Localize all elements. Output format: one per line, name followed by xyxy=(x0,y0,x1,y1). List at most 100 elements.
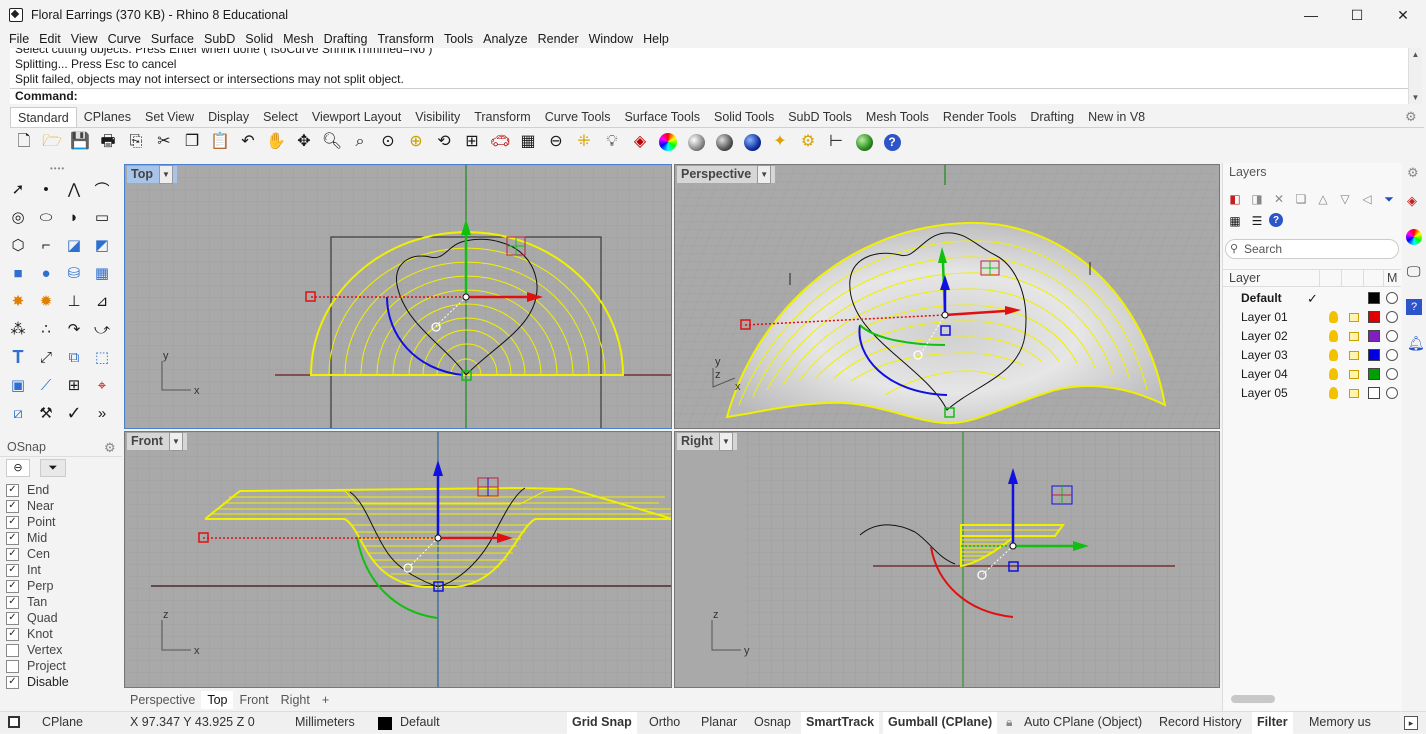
layer-row-01[interactable]: Layer 01 xyxy=(1223,308,1401,327)
dropdown-arrow-icon[interactable]: ▼ xyxy=(757,165,772,184)
dropdown-arrow-icon[interactable]: ▼ xyxy=(158,165,173,184)
command-scrollbar[interactable]: ▲ ▼ xyxy=(1408,48,1422,104)
osnap-end[interactable]: ✓ End xyxy=(6,482,49,498)
panel-settings-gear-icon[interactable]: ⚙ xyxy=(1407,165,1419,181)
layer-color-swatch[interactable] xyxy=(1368,311,1380,323)
open-file-icon[interactable]: 🗁 xyxy=(40,130,64,154)
viewport-tab-right[interactable]: Right xyxy=(275,691,316,709)
tab-solid-tools[interactable]: Solid Tools xyxy=(707,107,781,127)
paste-icon[interactable]: 📋 xyxy=(208,130,232,154)
settings-gears-icon[interactable]: ⚙ xyxy=(796,130,820,154)
checkbox-icon[interactable] xyxy=(6,643,19,657)
curve-on-surface-icon[interactable]: ⧄ xyxy=(6,401,30,425)
boolean-icon[interactable]: ✹ xyxy=(34,289,58,313)
status-gumball[interactable]: Gumball (CPlane) xyxy=(883,712,998,734)
dimension-icon[interactable]: ⊢ xyxy=(824,130,848,154)
layers-horizontal-scrollbar[interactable] xyxy=(1231,695,1275,703)
menu-file[interactable]: File xyxy=(4,30,34,48)
menu-drafting[interactable]: Drafting xyxy=(319,30,373,48)
layer-material-icon[interactable] xyxy=(1386,311,1398,323)
array-icon[interactable]: ⧉ xyxy=(62,345,86,369)
status-ortho[interactable]: Ortho xyxy=(649,712,680,734)
status-cplane[interactable]: CPlane xyxy=(42,712,83,734)
lightbulb-icon[interactable] xyxy=(1329,368,1338,380)
select-arrow-icon[interactable]: ➚ xyxy=(6,177,30,201)
dropdown-arrow-icon[interactable]: ▼ xyxy=(168,432,183,451)
palette-grip[interactable]: •••• xyxy=(50,164,74,173)
menu-render[interactable]: Render xyxy=(533,30,584,48)
tab-visibility[interactable]: Visibility xyxy=(408,107,467,127)
cplane-toggle-icon[interactable] xyxy=(8,716,20,728)
polyline-icon[interactable]: ⋀ xyxy=(62,177,86,201)
move-up-icon[interactable]: △ xyxy=(1315,191,1331,207)
checkbox-icon[interactable]: ✓ xyxy=(6,515,19,529)
viewport-tab-top[interactable]: Top xyxy=(201,691,234,709)
osnap-vertex[interactable]: Vertex xyxy=(6,642,62,658)
check-icon[interactable]: ✓ xyxy=(62,401,86,425)
viewport-front-label[interactable]: Front ▼ xyxy=(127,432,187,451)
polygon-icon[interactable]: ⬡ xyxy=(6,233,30,257)
osnap-int[interactable]: ✓ Int xyxy=(6,562,41,578)
points-icon[interactable]: ⁜ xyxy=(572,130,596,154)
layer-row-02[interactable]: Layer 02 xyxy=(1223,327,1401,346)
globe-icon[interactable] xyxy=(852,130,876,154)
lightbulb-icon[interactable] xyxy=(1329,349,1338,361)
lock-icon[interactable] xyxy=(1349,313,1359,322)
new-layer-icon[interactable]: ◧ xyxy=(1227,191,1243,207)
tab-surface-tools[interactable]: Surface Tools xyxy=(617,107,707,127)
four-viewports-icon[interactable]: ⊞ xyxy=(460,130,484,154)
osnap-project[interactable]: Project xyxy=(6,658,66,674)
menu-view[interactable]: View xyxy=(66,30,103,48)
layer-color-swatch[interactable] xyxy=(1368,387,1380,399)
lightbulb-icon[interactable] xyxy=(1329,387,1338,399)
checkbox-icon[interactable]: ✓ xyxy=(6,499,19,513)
flow-icon[interactable]: ⟋ xyxy=(34,373,58,397)
layer-icon[interactable]: ◈ xyxy=(628,130,652,154)
tab-standard[interactable]: Standard xyxy=(10,107,77,127)
rectangle-icon[interactable]: ▭ xyxy=(90,205,114,229)
notifications-bell-icon[interactable]: 🔔︎ xyxy=(1407,335,1425,352)
layer-material-icon[interactable] xyxy=(1386,330,1398,342)
checkbox-icon[interactable]: ✓ xyxy=(6,675,19,689)
checkbox-icon[interactable]: ✓ xyxy=(6,627,19,641)
layer-color-swatch[interactable] xyxy=(1368,368,1380,380)
lightbulb-icon[interactable] xyxy=(1329,311,1338,323)
layer-material-icon[interactable] xyxy=(1386,368,1398,380)
viewport-front[interactable]: x z Front ▼ xyxy=(124,431,672,688)
osnap-settings-gear-icon[interactable]: ⚙ xyxy=(104,440,116,456)
explode-icon[interactable]: ✸ xyxy=(6,289,30,313)
lock-icon[interactable] xyxy=(1349,332,1359,341)
dropdown-arrow-icon[interactable]: ▼ xyxy=(718,432,733,451)
layers-help-icon[interactable]: ? xyxy=(1269,213,1283,227)
layer-color-swatch[interactable] xyxy=(1368,349,1380,361)
filter-icon[interactable]: ⏷ xyxy=(1381,191,1397,207)
menu-surface[interactable]: Surface xyxy=(146,30,199,48)
viewport-perspective[interactable]: x y z Perspective ▼ xyxy=(674,164,1220,429)
tab-new-in-v8[interactable]: New in V8 xyxy=(1081,107,1152,127)
tab-select[interactable]: Select xyxy=(256,107,305,127)
curve-icon[interactable]: ⌒ xyxy=(90,177,114,201)
minimize-button[interactable]: — xyxy=(1288,0,1334,30)
grid-array-icon[interactable]: ⊞ xyxy=(62,373,86,397)
tab-mesh-tools[interactable]: Mesh Tools xyxy=(859,107,936,127)
tab-transform[interactable]: Transform xyxy=(467,107,538,127)
layer-table-icon[interactable]: ▦ xyxy=(1227,213,1243,229)
layer-row-03[interactable]: Layer 03 xyxy=(1223,346,1401,365)
tab-render-tools[interactable]: Render Tools xyxy=(936,107,1023,127)
osnap-near[interactable]: ✓ Near xyxy=(6,498,54,514)
menu-subd[interactable]: SubD xyxy=(199,30,240,48)
menu-solid[interactable]: Solid xyxy=(240,30,278,48)
layer-row-default[interactable]: Default ✓ xyxy=(1223,289,1401,308)
add-viewport-icon[interactable]: + xyxy=(316,691,335,709)
layer-color-swatch[interactable] xyxy=(1368,330,1380,342)
fillet-curve-icon[interactable]: ⌐ xyxy=(34,233,58,257)
osnap-cen[interactable]: ✓ Cen xyxy=(6,546,50,562)
rebuild-icon[interactable]: ↷ xyxy=(62,317,86,341)
menu-mesh[interactable]: Mesh xyxy=(278,30,319,48)
move-out-icon[interactable]: ◁ xyxy=(1359,191,1375,207)
command-input[interactable]: Command: xyxy=(10,88,1408,104)
menu-transform[interactable]: Transform xyxy=(372,30,439,48)
scroll-down-icon[interactable]: ▼ xyxy=(1409,93,1422,102)
status-record-history[interactable]: Record History xyxy=(1159,712,1242,734)
lightbulb-icon[interactable]: 💡︎ xyxy=(600,130,624,154)
